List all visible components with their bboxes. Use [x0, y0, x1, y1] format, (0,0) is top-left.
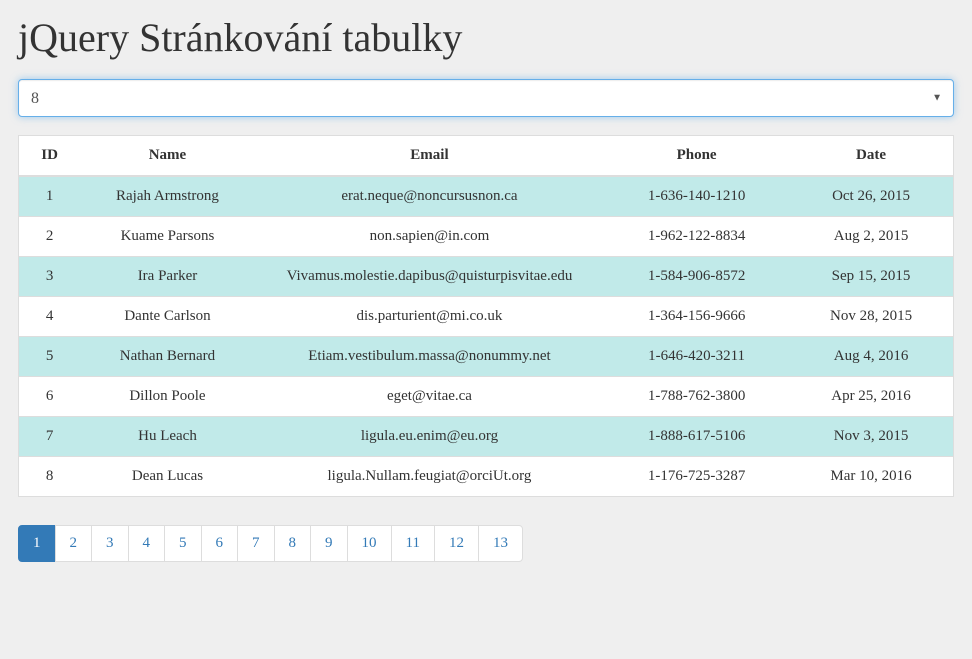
cell-email: ligula.Nullam.feugiat@orciUt.org — [255, 457, 604, 497]
page-item: 1 — [18, 525, 56, 562]
page-item: 7 — [238, 525, 275, 562]
page-item: 2 — [56, 525, 93, 562]
page-item: 12 — [435, 525, 479, 562]
cell-phone: 1-962-122-8834 — [604, 217, 789, 257]
cell-date: Sep 15, 2015 — [789, 257, 953, 297]
table-row: 8Dean Lucasligula.Nullam.feugiat@orciUt.… — [19, 457, 954, 497]
page-item: 10 — [348, 525, 392, 562]
cell-date: Nov 28, 2015 — [789, 297, 953, 337]
cell-phone: 1-364-156-9666 — [604, 297, 789, 337]
page-size-select-wrap: 8 ▼ — [18, 79, 954, 117]
cell-email: ligula.eu.enim@eu.org — [255, 417, 604, 457]
col-phone: Phone — [604, 136, 789, 177]
page-item: 13 — [479, 525, 523, 562]
cell-email: non.sapien@in.com — [255, 217, 604, 257]
page-item: 4 — [129, 525, 166, 562]
cell-name: Kuame Parsons — [80, 217, 255, 257]
page-item: 6 — [202, 525, 239, 562]
col-name: Name — [80, 136, 255, 177]
cell-phone: 1-888-617-5106 — [604, 417, 789, 457]
page-item: 9 — [311, 525, 348, 562]
cell-id: 7 — [19, 417, 81, 457]
cell-phone: 1-584-906-8572 — [604, 257, 789, 297]
page-link-6[interactable]: 6 — [201, 525, 239, 562]
page-item: 5 — [165, 525, 202, 562]
table-row: 5Nathan BernardEtiam.vestibulum.massa@no… — [19, 337, 954, 377]
table-row: 3Ira ParkerVivamus.molestie.dapibus@quis… — [19, 257, 954, 297]
table-row: 7Hu Leachligula.eu.enim@eu.org1-888-617-… — [19, 417, 954, 457]
data-table: ID Name Email Phone Date 1Rajah Armstron… — [18, 135, 954, 497]
table-row: 4Dante Carlsondis.parturient@mi.co.uk1-3… — [19, 297, 954, 337]
page-link-10[interactable]: 10 — [347, 525, 392, 562]
cell-name: Rajah Armstrong — [80, 176, 255, 217]
page-link-11[interactable]: 11 — [391, 525, 435, 562]
page-link-7[interactable]: 7 — [237, 525, 275, 562]
cell-name: Dante Carlson — [80, 297, 255, 337]
page-link-5[interactable]: 5 — [164, 525, 202, 562]
cell-id: 3 — [19, 257, 81, 297]
cell-phone: 1-176-725-3287 — [604, 457, 789, 497]
table-row: 2Kuame Parsonsnon.sapien@in.com1-962-122… — [19, 217, 954, 257]
page-link-9[interactable]: 9 — [310, 525, 348, 562]
cell-date: Aug 4, 2016 — [789, 337, 953, 377]
cell-email: Etiam.vestibulum.massa@nonummy.net — [255, 337, 604, 377]
cell-phone: 1-646-420-3211 — [604, 337, 789, 377]
cell-id: 5 — [19, 337, 81, 377]
page-item: 3 — [92, 525, 129, 562]
col-date: Date — [789, 136, 953, 177]
page-link-4[interactable]: 4 — [128, 525, 166, 562]
cell-date: Mar 10, 2016 — [789, 457, 953, 497]
cell-date: Oct 26, 2015 — [789, 176, 953, 217]
page-link-13[interactable]: 13 — [478, 525, 523, 562]
page-link-1[interactable]: 1 — [18, 525, 56, 562]
cell-id: 2 — [19, 217, 81, 257]
cell-email: dis.parturient@mi.co.uk — [255, 297, 604, 337]
col-id: ID — [19, 136, 81, 177]
cell-phone: 1-788-762-3800 — [604, 377, 789, 417]
cell-name: Dean Lucas — [80, 457, 255, 497]
table-row: 1Rajah Armstrongerat.neque@noncursusnon.… — [19, 176, 954, 217]
page-link-2[interactable]: 2 — [55, 525, 93, 562]
cell-email: eget@vitae.ca — [255, 377, 604, 417]
cell-name: Ira Parker — [80, 257, 255, 297]
cell-phone: 1-636-140-1210 — [604, 176, 789, 217]
cell-email: Vivamus.molestie.dapibus@quisturpisvitae… — [255, 257, 604, 297]
cell-id: 6 — [19, 377, 81, 417]
cell-name: Dillon Poole — [80, 377, 255, 417]
page-link-3[interactable]: 3 — [91, 525, 129, 562]
cell-id: 4 — [19, 297, 81, 337]
cell-id: 1 — [19, 176, 81, 217]
cell-id: 8 — [19, 457, 81, 497]
page-title: jQuery Stránkování tabulky — [18, 14, 954, 61]
cell-name: Hu Leach — [80, 417, 255, 457]
page-link-12[interactable]: 12 — [434, 525, 479, 562]
cell-name: Nathan Bernard — [80, 337, 255, 377]
pagination: 12345678910111213 — [18, 525, 954, 562]
page-item: 8 — [275, 525, 312, 562]
table-header-row: ID Name Email Phone Date — [19, 136, 954, 177]
page-link-8[interactable]: 8 — [274, 525, 312, 562]
page-item: 11 — [392, 525, 435, 562]
page-size-select[interactable]: 8 — [18, 79, 954, 117]
table-row: 6Dillon Pooleeget@vitae.ca1-788-762-3800… — [19, 377, 954, 417]
cell-email: erat.neque@noncursusnon.ca — [255, 176, 604, 217]
cell-date: Nov 3, 2015 — [789, 417, 953, 457]
col-email: Email — [255, 136, 604, 177]
cell-date: Apr 25, 2016 — [789, 377, 953, 417]
cell-date: Aug 2, 2015 — [789, 217, 953, 257]
